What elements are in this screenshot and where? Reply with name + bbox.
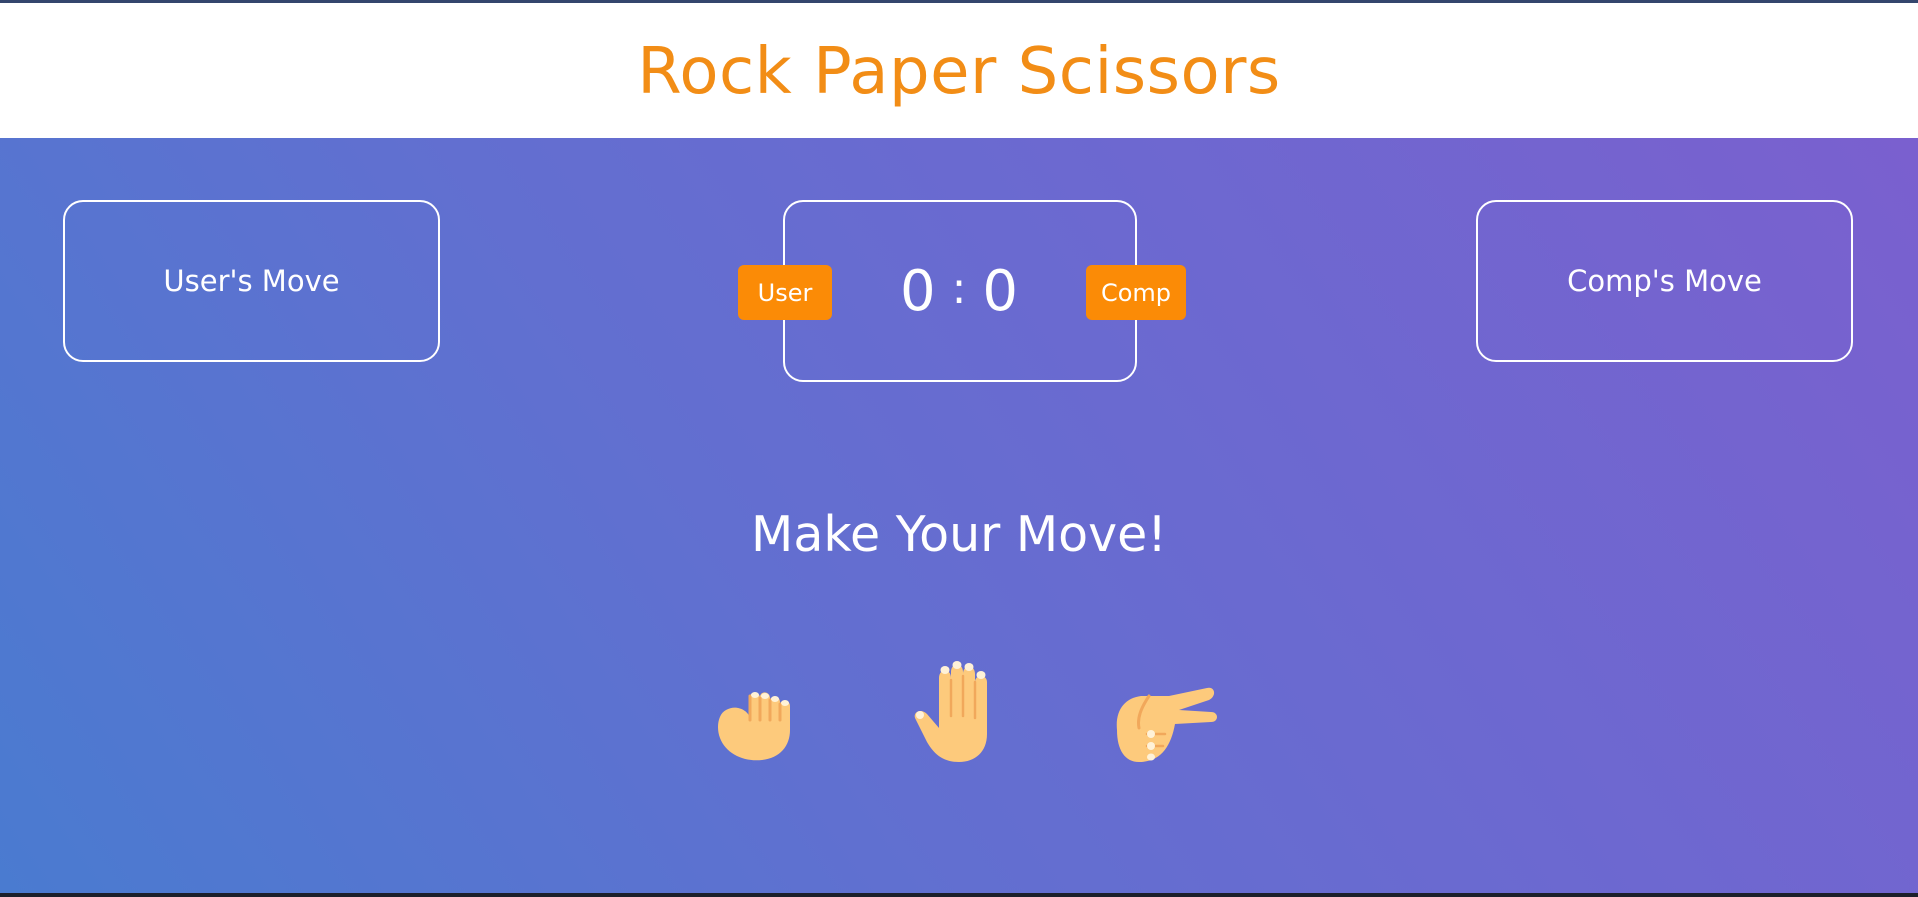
game-area: User's Move 0 : 0 User Comp Comp's Move … (0, 138, 1918, 893)
user-badge-label: User (757, 278, 813, 307)
scoreboard: 0 : 0 (783, 200, 1137, 382)
comp-badge-label: Comp (1100, 278, 1172, 307)
page-title: Rock Paper Scissors (637, 35, 1281, 109)
raised-hand-icon (914, 661, 987, 762)
user-move-label: User's Move (163, 264, 340, 298)
scissors-button[interactable] (1107, 658, 1217, 768)
rock-button[interactable] (704, 658, 814, 768)
victory-hand-icon (1116, 687, 1217, 762)
comp-score: 0 (982, 258, 1021, 324)
comp-move-label: Comp's Move (1567, 264, 1762, 298)
bottom-border (0, 893, 1918, 897)
comp-score-badge: Comp (1086, 265, 1186, 320)
move-prompt: Make Your Move! (751, 506, 1167, 563)
comp-move-box: Comp's Move (1476, 200, 1853, 362)
page-header: Rock Paper Scissors (0, 3, 1918, 138)
user-score: 0 (899, 258, 938, 324)
user-move-box: User's Move (63, 200, 440, 362)
score-separator: : (951, 262, 969, 314)
user-score-badge: User (738, 265, 832, 320)
fist-icon (718, 692, 790, 761)
paper-button[interactable] (905, 656, 1015, 766)
